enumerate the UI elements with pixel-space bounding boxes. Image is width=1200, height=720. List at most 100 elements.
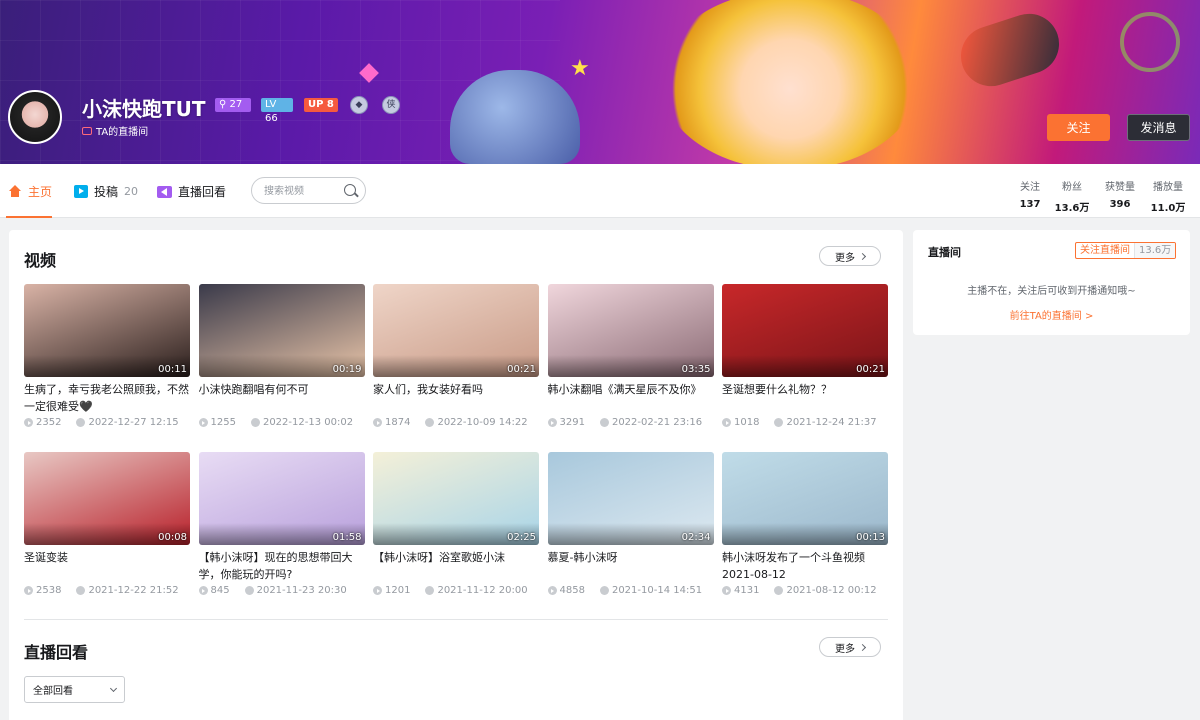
more-label: 更多 bbox=[835, 643, 855, 655]
play-count: 4858 bbox=[559, 585, 585, 596]
replay-filter-select[interactable]: 全部回看 bbox=[24, 676, 125, 703]
video-title[interactable]: 韩小沫呀发布了一个斗鱼视频2021-08-12 bbox=[722, 549, 888, 583]
active-tab-underline bbox=[6, 216, 52, 218]
publish-date: 2021-12-24 21:37 bbox=[786, 417, 877, 428]
video-title[interactable]: 生病了，幸亏我老公照顾我，不然一定很难受🖤 bbox=[24, 381, 190, 415]
video-thumbnail[interactable]: 00:11 bbox=[24, 284, 190, 377]
video-title[interactable]: 圣诞变装 bbox=[24, 549, 190, 583]
clock-icon bbox=[774, 418, 784, 427]
follow-live-label: 关注直播间 bbox=[1080, 245, 1130, 256]
video-card[interactable]: 00:13 韩小沫呀发布了一个斗鱼视频2021-08-12 4131 2021-08-… bbox=[722, 452, 888, 596]
live-link-label: TA的直播间 bbox=[96, 127, 149, 138]
play-count: 3291 bbox=[559, 417, 585, 428]
chevron-right-icon bbox=[858, 252, 867, 260]
follow-live-room-button[interactable]: 关注直播间 13.6万 bbox=[1075, 242, 1177, 259]
video-meta: 1201 2021-11-12 20:00 bbox=[373, 585, 539, 596]
video-title[interactable]: 【韩小沫呀】浴室歌姬小沫 bbox=[373, 549, 539, 583]
stat-following[interactable]: 关注 137 bbox=[1010, 178, 1050, 210]
replay-icon bbox=[157, 185, 172, 198]
video-thumbnail[interactable]: 01:58 bbox=[198, 452, 365, 545]
play-count: 2352 bbox=[36, 417, 62, 428]
stat-value: 396 bbox=[1109, 199, 1131, 210]
video-card[interactable]: 02:25 【韩小沫呀】浴室歌姬小沫 1201 2021-11-12 20:00 bbox=[373, 452, 539, 596]
stat-fans[interactable]: 粉丝 13.6万 bbox=[1052, 178, 1092, 214]
video-meta: 1874 2022-10-09 14:22 bbox=[373, 417, 539, 428]
replay-more-button[interactable]: 更多 bbox=[819, 637, 881, 657]
posts-count: 20 bbox=[124, 185, 139, 198]
video-card[interactable]: 02:34 慕夏-韩小沫呀 4858 2021-10-14 14:51 bbox=[547, 452, 714, 596]
video-thumbnail[interactable]: 00:21 bbox=[722, 284, 888, 377]
video-card[interactable]: 00:11 生病了，幸亏我老公照顾我，不然一定很难受🖤 2352 2022-12-27… bbox=[24, 284, 190, 428]
main-panel: 视频 更多 00:11 生病了，幸亏我老公照顾我，不然一定很难受🖤 2352 2022… bbox=[9, 230, 903, 720]
video-meta: 4131 2021-08-12 00:12 bbox=[722, 585, 888, 596]
message-button[interactable]: 发消息 bbox=[1127, 114, 1190, 141]
video-title[interactable]: 慕夏-韩小沫呀 bbox=[548, 549, 714, 583]
banner-anime-girl-art bbox=[660, 0, 920, 164]
stat-plays: 播放量 11.0万 bbox=[1148, 178, 1188, 214]
search-icon[interactable] bbox=[344, 184, 356, 196]
follow-button[interactable]: 关注 bbox=[1047, 114, 1110, 141]
play-count-icon bbox=[547, 418, 557, 427]
video-icon bbox=[74, 185, 88, 198]
video-thumbnail[interactable]: 00:13 bbox=[722, 452, 888, 545]
video-title[interactable]: 家人们，我女装好看吗 bbox=[373, 381, 539, 415]
star-icon: ★ bbox=[570, 56, 590, 81]
banner-shark-art bbox=[450, 70, 580, 164]
video-card[interactable]: 00:21 家人们，我女装好看吗 1874 2022-10-09 14:22 bbox=[373, 284, 539, 428]
up-level-badge: UP 8 bbox=[304, 98, 338, 112]
publish-date: 2021-10-14 14:51 bbox=[611, 585, 703, 596]
search-input[interactable] bbox=[264, 183, 344, 199]
video-title[interactable]: 圣诞想要什么礼物？？ bbox=[722, 381, 888, 415]
video-thumbnail[interactable]: 00:19 bbox=[198, 284, 365, 377]
play-count: 1255 bbox=[210, 417, 236, 428]
video-duration: 00:21 bbox=[856, 364, 885, 375]
play-count: 4131 bbox=[734, 585, 760, 596]
video-meta: 2538 2021-12-22 21:52 bbox=[24, 585, 190, 596]
video-title[interactable]: 小沫快跑翻唱有何不可 bbox=[199, 381, 365, 415]
video-title[interactable]: 【韩小沫呀】现在的思想带回大学，你能玩的开吗? bbox=[199, 549, 365, 583]
banner-ring-art bbox=[1120, 12, 1180, 72]
video-thumbnail[interactable]: 00:08 bbox=[24, 452, 190, 545]
banner-rocket-art bbox=[953, 6, 1067, 94]
video-card[interactable]: 00:08 圣诞变装 2538 2021-12-22 21:52 bbox=[24, 452, 190, 596]
video-card[interactable]: 00:19 小沫快跑翻唱有何不可 1255 2022-12-13 00:02 bbox=[198, 284, 365, 428]
videos-more-button[interactable]: 更多 bbox=[819, 246, 881, 266]
user-level-badge: LV 66 bbox=[261, 98, 293, 124]
video-card[interactable]: 03:35 韩小沫翻唱《满天星辰不及你》 3291 2022-02-21 23:16 bbox=[547, 284, 714, 428]
stat-value: 13.6万 bbox=[1054, 203, 1090, 214]
video-meta: 3291 2022-02-21 23:16 bbox=[547, 417, 714, 428]
shield-icon[interactable]: 侠 bbox=[382, 96, 400, 114]
chevron-down-icon bbox=[109, 684, 118, 692]
avatar[interactable] bbox=[8, 90, 62, 144]
play-count-icon bbox=[198, 418, 208, 427]
video-thumbnail[interactable]: 02:25 bbox=[373, 452, 539, 545]
live-room-title: 直播间 bbox=[928, 246, 961, 259]
tab-home[interactable]: 主页 bbox=[6, 183, 52, 218]
video-title[interactable]: 韩小沫翻唱《满天星辰不及你》 bbox=[548, 381, 714, 415]
videos-section-title: 视频 bbox=[24, 251, 57, 270]
video-card[interactable]: 01:58 【韩小沫呀】现在的思想带回大学，你能玩的开吗? 845 2021-11-2… bbox=[198, 452, 365, 596]
offline-message: 主播不在，关注后可收到开播通知哦~ bbox=[967, 286, 1136, 297]
clock-icon bbox=[774, 586, 784, 595]
play-count-icon bbox=[373, 586, 382, 595]
go-live-room-link[interactable]: 前往TA的直播间 > bbox=[913, 307, 1190, 322]
publish-date: 2022-12-13 00:02 bbox=[262, 417, 354, 428]
video-card[interactable]: 00:21 圣诞想要什么礼物？？ 1018 2021-12-24 21:37 bbox=[722, 284, 888, 428]
video-thumbnail[interactable]: 00:21 bbox=[373, 284, 539, 377]
video-duration: 00:19 bbox=[332, 364, 362, 375]
video-duration: 00:13 bbox=[856, 532, 885, 543]
live-room-link[interactable]: TA的直播间 bbox=[82, 123, 148, 138]
medal-icon[interactable]: ◆ bbox=[350, 96, 368, 114]
video-search bbox=[251, 177, 366, 204]
clock-icon bbox=[599, 418, 609, 427]
video-thumbnail[interactable]: 03:35 bbox=[547, 284, 714, 377]
clock-icon bbox=[244, 586, 254, 595]
video-duration: 00:21 bbox=[507, 364, 536, 375]
tab-posts[interactable]: 投稿 20 bbox=[74, 183, 138, 200]
tab-replay[interactable]: 直播回看 bbox=[157, 183, 226, 200]
play-count: 1874 bbox=[385, 417, 411, 428]
video-thumbnail[interactable]: 02:34 bbox=[547, 452, 714, 545]
stat-label: 播放量 bbox=[1153, 182, 1183, 193]
video-duration: 01:58 bbox=[332, 532, 362, 543]
clock-icon bbox=[76, 586, 86, 595]
